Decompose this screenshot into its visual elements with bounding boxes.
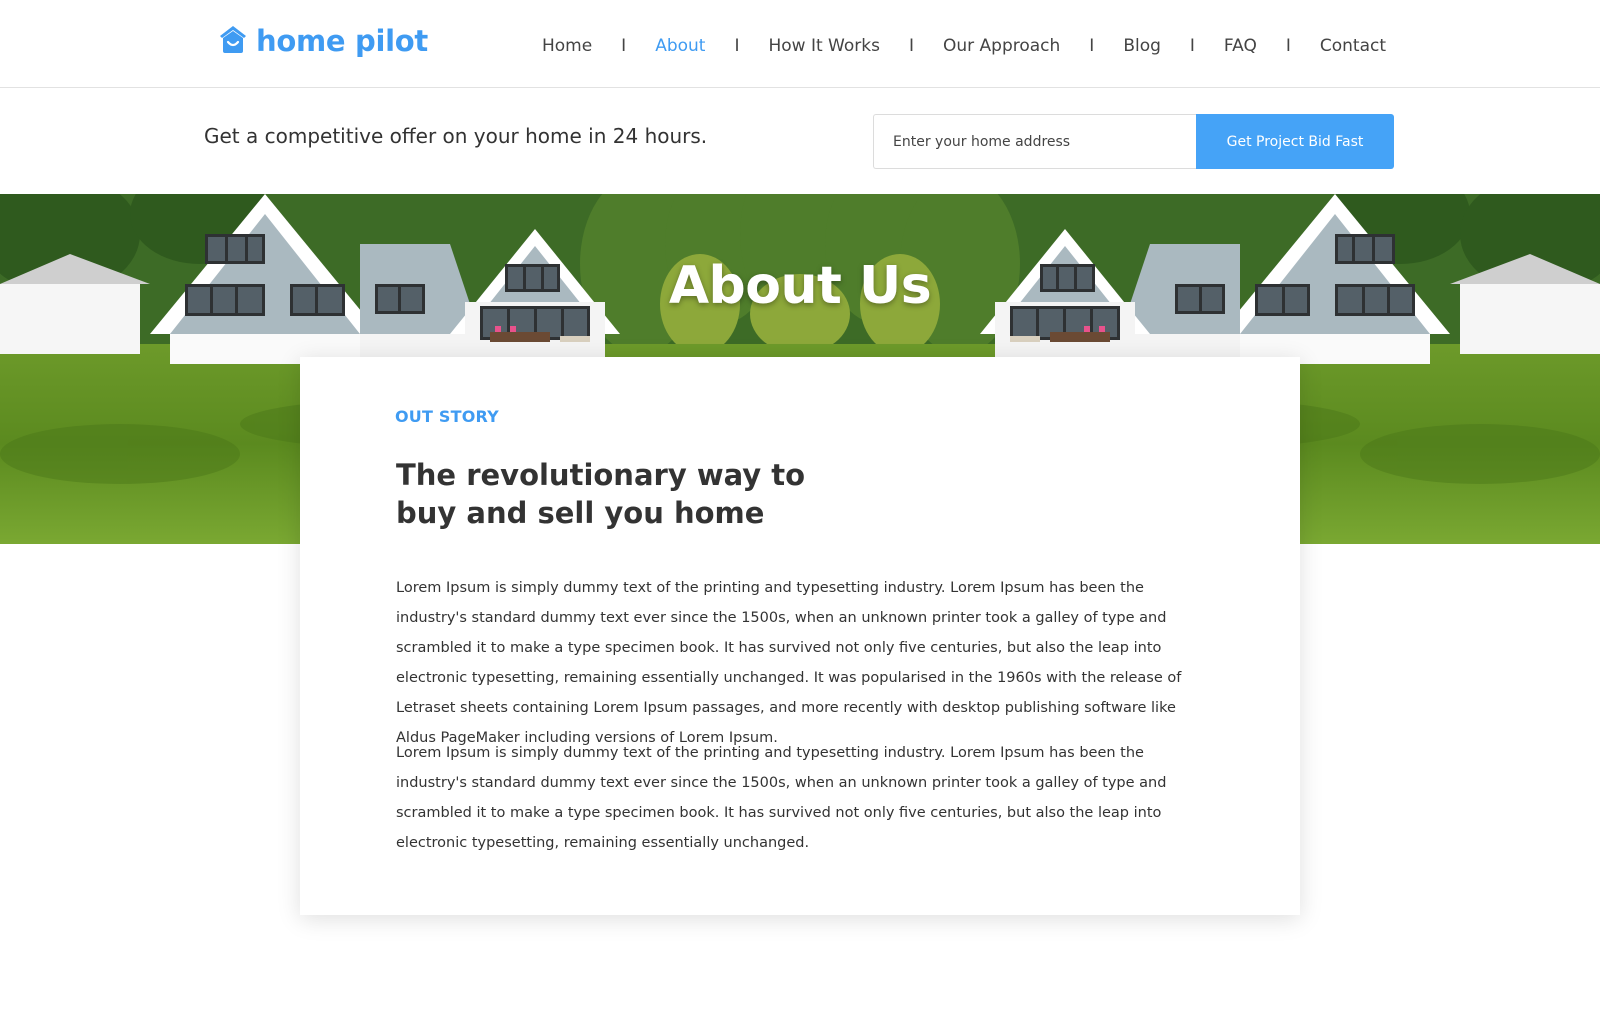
get-project-bid-button[interactable]: Get Project Bid Fast [1196,114,1394,169]
nav-contact[interactable]: Contact [1320,36,1386,56]
nav-how-it-works[interactable]: How It Works [768,36,879,56]
house-icon [220,26,246,53]
site-header: home pilot Home I About I How It Works I… [0,0,1600,88]
nav-home[interactable]: Home [542,36,592,56]
nav-separator: I [908,36,914,56]
nav-separator: I [1285,36,1291,56]
brand-name: home pilot [256,24,428,58]
nav-separator: I [1189,36,1195,56]
nav-faq[interactable]: FAQ [1224,36,1257,56]
story-card: OUT STORY The revolutionary way to buy a… [300,357,1300,915]
logo[interactable]: home pilot [218,24,428,58]
section-eyebrow: OUT STORY [395,407,499,426]
nav-our-approach[interactable]: Our Approach [943,36,1060,56]
page-title: About Us [668,256,932,316]
story-paragraph: Lorem Ipsum is simply dummy text of the … [396,745,1167,851]
nav-separator: I [621,36,627,56]
nav-blog[interactable]: Blog [1123,36,1161,56]
home-address-input[interactable] [873,114,1197,169]
nav-separator: I [1089,36,1095,56]
nav-separator: I [734,36,740,56]
story-paragraph: Lorem Ipsum is simply dummy text of the … [396,580,1182,746]
nav-about[interactable]: About [655,36,705,56]
offer-tagline: Get a competitive offer on your home in … [204,124,708,148]
section-heading: The revolutionary way to buy and sell yo… [396,458,806,530]
main-nav: Home I About I How It Works I Our Approa… [542,36,1386,56]
